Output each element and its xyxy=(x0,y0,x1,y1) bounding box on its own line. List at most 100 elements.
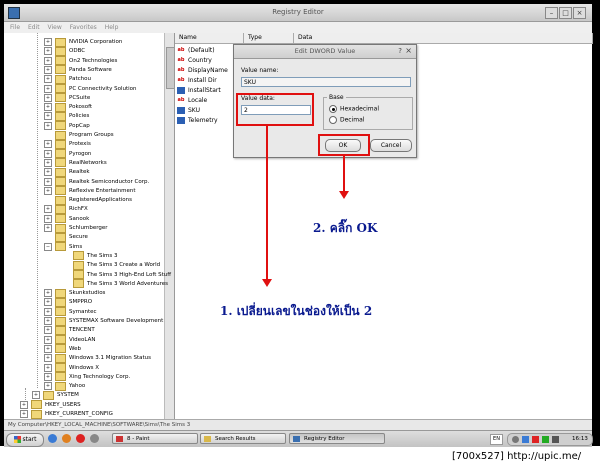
task-registry-editor[interactable]: Registry Editor xyxy=(289,433,385,444)
value-name-field[interactable]: SKU xyxy=(241,77,411,87)
tray-help-icon[interactable] xyxy=(512,436,519,443)
value-row[interactable]: ab Country xyxy=(177,56,212,66)
value-row[interactable]: SKU xyxy=(177,106,200,116)
expand-icon[interactable]: + xyxy=(44,186,52,195)
registry-tree-pane[interactable]: + NVIDIA Corporation + ODBC + On2 Technologie… xyxy=(4,33,175,419)
tree-item-label: RegisteredApplications xyxy=(69,197,132,204)
value-row[interactable]: Telemetry xyxy=(177,116,218,126)
task-search-results[interactable]: Search Results xyxy=(200,433,286,444)
expand-icon[interactable]: + xyxy=(44,158,52,167)
task-paint[interactable]: 8 - Paint xyxy=(112,433,198,444)
folder-icon xyxy=(55,316,66,326)
quicklaunch-firefox-icon[interactable] xyxy=(62,434,71,443)
value-row[interactable]: ab (Default) xyxy=(177,46,215,56)
clock[interactable]: 16:13 xyxy=(572,434,588,445)
expand-icon[interactable]: + xyxy=(44,224,52,232)
menu-help[interactable]: Help xyxy=(105,22,119,33)
expand-icon[interactable]: + xyxy=(44,112,52,121)
value-row[interactable]: ab DisplayName xyxy=(177,66,228,76)
value-row[interactable]: ab Locale xyxy=(177,96,208,106)
language-indicator[interactable]: EN xyxy=(490,434,503,445)
tree-item-label: Realtek xyxy=(69,169,90,176)
folder-icon xyxy=(55,242,66,252)
step1-arrow-head xyxy=(262,279,272,287)
expand-icon[interactable]: + xyxy=(44,214,52,223)
menu-edit[interactable]: Edit xyxy=(28,22,40,33)
ok-button-highlight-box xyxy=(318,134,370,156)
column-header-name[interactable]: Name xyxy=(175,33,244,44)
tree-item-label: Realtek Semiconductor Corp. xyxy=(69,178,150,185)
value-row[interactable]: ab Install Dir xyxy=(177,76,217,86)
expand-icon[interactable]: + xyxy=(44,317,52,325)
folder-icon xyxy=(55,37,66,47)
quicklaunch-more-icon[interactable] xyxy=(90,434,99,443)
dialog-close-button[interactable]: × xyxy=(405,46,412,55)
hexadecimal-radio[interactable]: Hexadecimal xyxy=(329,105,379,113)
expand-icon[interactable]: + xyxy=(20,410,28,418)
expand-icon[interactable]: + xyxy=(44,354,52,363)
expand-icon[interactable]: + xyxy=(44,335,52,344)
collapse-icon[interactable]: − xyxy=(44,242,52,251)
task-paint-label: 8 - Paint xyxy=(127,436,150,442)
expand-icon[interactable]: + xyxy=(44,363,52,372)
expand-icon[interactable]: + xyxy=(44,307,52,316)
tray-volume-icon[interactable] xyxy=(552,436,559,443)
quicklaunch-ie-icon[interactable] xyxy=(48,434,57,443)
expand-icon[interactable]: + xyxy=(44,84,52,93)
title-bar: Registry Editor – □ × xyxy=(4,4,592,22)
tree-item[interactable]: + HKEY_CURRENT_CONFIG xyxy=(20,409,113,419)
expand-icon[interactable]: + xyxy=(44,372,52,381)
expand-icon[interactable]: + xyxy=(44,289,52,298)
minimize-button[interactable]: – xyxy=(545,7,558,19)
dialog-title: Edit DWORD Value xyxy=(234,45,416,59)
expand-icon[interactable]: + xyxy=(44,382,52,391)
expand-icon[interactable]: + xyxy=(44,75,52,84)
tray-security-icon[interactable] xyxy=(532,436,539,443)
expand-icon[interactable]: + xyxy=(44,177,52,186)
string-value-icon: ab xyxy=(177,67,185,73)
value-row[interactable]: InstallStart xyxy=(177,86,221,96)
folder-icon xyxy=(55,167,66,177)
value-name: (Default) xyxy=(188,47,215,54)
menu-view[interactable]: View xyxy=(48,22,62,33)
expand-icon[interactable]: + xyxy=(44,149,52,158)
folder-icon xyxy=(73,270,84,279)
folder-icon xyxy=(55,372,66,382)
start-button[interactable]: start xyxy=(6,433,44,447)
column-header-type[interactable]: Type xyxy=(244,33,294,44)
window-title: Registry Editor xyxy=(272,8,324,16)
close-button[interactable]: × xyxy=(573,7,586,19)
quicklaunch-media-icon[interactable] xyxy=(76,434,85,443)
menu-file[interactable]: File xyxy=(10,22,20,33)
expand-icon[interactable]: + xyxy=(44,205,52,214)
binary-value-icon xyxy=(177,117,185,124)
expand-icon[interactable]: + xyxy=(44,93,52,102)
expand-icon[interactable]: + xyxy=(44,326,52,335)
tree-item-label: Symantec xyxy=(69,308,97,315)
expand-icon[interactable]: + xyxy=(44,140,52,149)
expand-icon[interactable]: + xyxy=(44,38,52,46)
tree-scrollbar[interactable] xyxy=(164,33,174,419)
expand-icon[interactable]: + xyxy=(32,391,40,400)
column-header-data[interactable]: Data xyxy=(294,33,593,44)
tree-scrollbar-thumb[interactable] xyxy=(166,47,174,89)
dialog-help-button[interactable]: ? xyxy=(398,47,402,55)
expand-icon[interactable]: + xyxy=(44,65,52,74)
expand-icon[interactable]: + xyxy=(44,344,52,353)
expand-icon[interactable]: + xyxy=(44,103,52,112)
expand-icon[interactable]: + xyxy=(20,400,28,409)
expand-icon[interactable]: + xyxy=(44,47,52,56)
cancel-button[interactable]: Cancel xyxy=(370,139,412,152)
tree-item-label: Policies xyxy=(69,113,90,120)
expand-icon[interactable]: + xyxy=(44,168,52,177)
tree-item-label: PopCap xyxy=(69,122,90,129)
maximize-button[interactable]: □ xyxy=(559,7,572,19)
tray-app-icon[interactable] xyxy=(542,436,549,443)
expand-icon[interactable]: + xyxy=(44,56,52,65)
tray-network-icon[interactable] xyxy=(522,436,529,443)
decimal-radio[interactable]: Decimal xyxy=(329,116,364,124)
expand-icon[interactable]: + xyxy=(44,121,52,130)
menu-favorites[interactable]: Favorites xyxy=(70,22,97,33)
expand-icon[interactable]: + xyxy=(44,298,52,307)
tree-item-label: Web xyxy=(69,345,81,352)
